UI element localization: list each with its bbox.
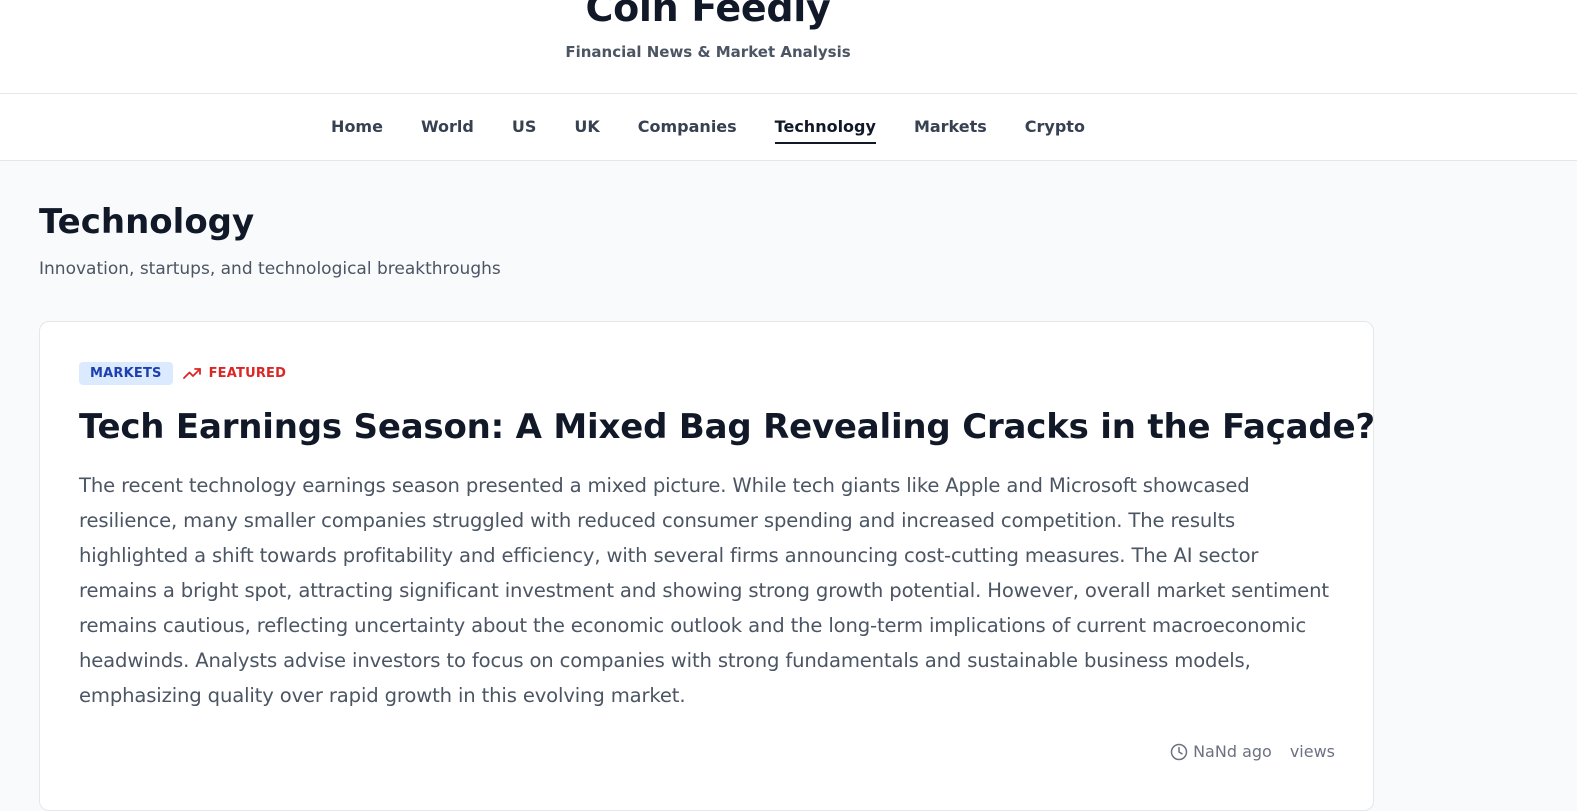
nav-item-world[interactable]: World bbox=[421, 111, 474, 144]
nav-item-markets[interactable]: Markets bbox=[914, 111, 987, 144]
nav-item-home[interactable]: Home bbox=[331, 111, 383, 144]
site-subtitle: Financial News & Market Analysis bbox=[565, 43, 851, 61]
article-summary: The recent technology earnings season pr… bbox=[79, 474, 1329, 707]
featured-text: FEATURED bbox=[208, 365, 287, 381]
main-nav: Home World US UK Companies Technology Ma… bbox=[0, 94, 1577, 161]
views-text: views bbox=[1289, 742, 1335, 761]
nav-item-uk[interactable]: UK bbox=[574, 111, 599, 144]
article-tags: MARKETS FEATURED bbox=[79, 361, 286, 385]
time-ago-text: NaNd ago bbox=[1193, 742, 1272, 761]
page-title: Technology bbox=[39, 202, 255, 242]
article-title[interactable]: Tech Earnings Season: A Mixed Bag Reveal… bbox=[79, 404, 1375, 450]
featured-label: FEATURED bbox=[182, 365, 287, 381]
nav-item-companies[interactable]: Companies bbox=[638, 111, 737, 144]
nav-item-us[interactable]: US bbox=[512, 111, 537, 144]
article-meta: NaNd ago views bbox=[1170, 741, 1335, 763]
site-title[interactable]: Coin Feedly bbox=[0, 0, 1416, 30]
clock-icon bbox=[1170, 743, 1188, 761]
nav-item-crypto[interactable]: Crypto bbox=[1025, 111, 1085, 144]
nav-item-technology[interactable]: Technology bbox=[774, 111, 876, 144]
article-time: NaNd ago bbox=[1170, 741, 1272, 763]
featured-article-card[interactable]: MARKETS FEATURED Tech Earnings Season: A… bbox=[39, 321, 1375, 811]
category-badge[interactable]: MARKETS bbox=[79, 361, 173, 385]
trending-up-icon bbox=[182, 368, 201, 379]
page-description: Innovation, startups, and technological … bbox=[39, 259, 501, 279]
nav-list: Home World US UK Companies Technology Ma… bbox=[0, 94, 1416, 160]
site-header: Coin Feedly Financial News & Market Anal… bbox=[0, 0, 1577, 94]
